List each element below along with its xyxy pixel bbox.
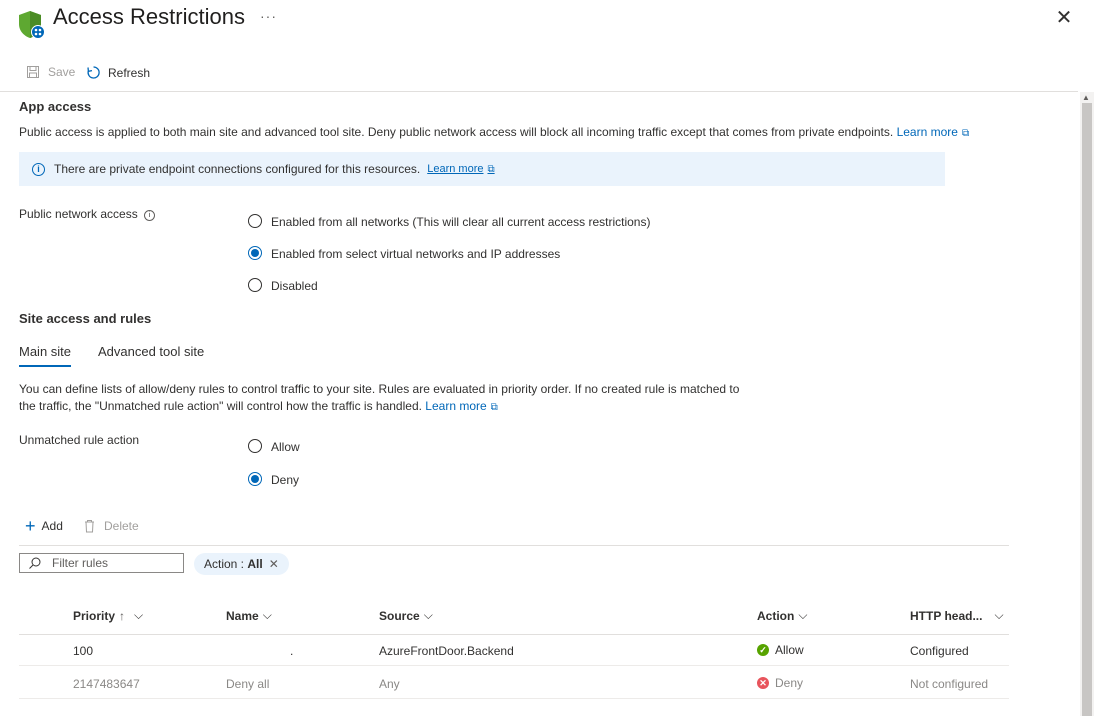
tab-main-site[interactable]: Main site bbox=[19, 344, 72, 367]
app-access-heading: App access bbox=[19, 99, 92, 114]
action-filter-pill[interactable]: Action : All ✕ bbox=[194, 553, 289, 575]
filter-placeholder: Filter rules bbox=[52, 556, 109, 570]
checkmark-icon: ✓ bbox=[757, 644, 769, 656]
row-priority: 100 bbox=[73, 644, 94, 658]
radio-disabled[interactable]: Disabled bbox=[248, 276, 318, 293]
page-title: Access Restrictions bbox=[53, 4, 245, 29]
chevron-down-icon: ⌵ bbox=[134, 608, 144, 622]
radio-button[interactable] bbox=[248, 213, 262, 228]
private-endpoint-info-bar: i There are private endpoint connections… bbox=[19, 152, 945, 186]
radio-enabled-select-networks[interactable]: Enabled from select virtual networks and… bbox=[248, 244, 560, 261]
save-icon bbox=[27, 66, 39, 78]
save-label: Save bbox=[48, 65, 76, 79]
add-rule-button[interactable]: + Add bbox=[25, 516, 63, 536]
row-name: Deny all bbox=[226, 677, 270, 691]
filter-rules-input[interactable]: Filter rules bbox=[19, 553, 184, 573]
radio-enabled-all-networks[interactable]: Enabled from all networks (This will cle… bbox=[248, 212, 650, 229]
refresh-icon bbox=[87, 66, 100, 79]
radio-button-selected[interactable] bbox=[248, 245, 262, 260]
row-divider bbox=[19, 698, 1009, 699]
table-row[interactable] bbox=[19, 635, 1009, 665]
column-header-name[interactable]: Name ⌵ bbox=[226, 608, 272, 623]
chevron-down-icon: ⌵ bbox=[798, 608, 808, 622]
column-header-priority[interactable]: Priority ↑ ⌵ bbox=[73, 608, 143, 623]
app-access-description: Public access is applied to both main si… bbox=[19, 125, 970, 139]
rules-toolbar-divider bbox=[19, 545, 1009, 546]
info-learn-more-link[interactable]: Learn more ⧉ bbox=[427, 163, 494, 175]
column-header-http-headers[interactable]: HTTP head... ⌵ bbox=[910, 608, 1004, 623]
tab-advanced-tool-site[interactable]: Advanced tool site bbox=[98, 344, 204, 365]
row-action: ✕ Deny bbox=[757, 676, 803, 690]
public-network-access-label: Public network access i bbox=[19, 206, 156, 223]
remove-filter-icon[interactable]: ✕ bbox=[269, 557, 279, 571]
radio-button-selected[interactable] bbox=[248, 471, 262, 486]
row-source: AzureFrontDoor.Backend bbox=[379, 644, 514, 658]
delete-rule-button[interactable]: Delete bbox=[83, 519, 139, 533]
row-http-headers: Configured bbox=[910, 644, 969, 658]
info-icon: i bbox=[32, 162, 45, 176]
row-action: ✓ Allow bbox=[757, 643, 804, 657]
chevron-down-icon: ⌵ bbox=[994, 608, 1004, 622]
info-icon: i bbox=[144, 210, 156, 221]
table-row[interactable] bbox=[19, 666, 1009, 698]
trash-icon bbox=[85, 520, 94, 533]
toolbar-divider bbox=[0, 91, 1078, 92]
refresh-label: Refresh bbox=[108, 65, 151, 80]
app-access-learn-more-link[interactable]: Learn more ⧉ bbox=[897, 125, 970, 139]
app-shield-icon bbox=[18, 10, 46, 40]
info-message: There are private endpoint connections c… bbox=[54, 162, 421, 176]
row-source: Any bbox=[379, 677, 400, 691]
column-header-action[interactable]: Action ⌵ bbox=[757, 608, 807, 623]
scroll-up-arrow-icon[interactable]: ▲ bbox=[1082, 93, 1090, 102]
add-icon: + bbox=[25, 516, 36, 536]
unmatched-rule-action-label: Unmatched rule action bbox=[19, 433, 140, 447]
chevron-down-icon: ⌵ bbox=[423, 608, 433, 622]
error-icon: ✕ bbox=[757, 677, 769, 689]
close-icon: ✕ bbox=[1055, 7, 1073, 29]
row-http-headers: Not configured bbox=[910, 677, 989, 691]
chevron-down-icon: ⌵ bbox=[262, 608, 272, 622]
search-icon bbox=[29, 557, 41, 569]
save-button[interactable]: Save bbox=[26, 65, 75, 79]
external-link-icon: ⧉ bbox=[490, 402, 498, 413]
site-access-description: You can define lists of allow/deny rules… bbox=[19, 382, 740, 413]
radio-button[interactable] bbox=[248, 277, 262, 292]
scrollbar-thumb[interactable] bbox=[1082, 103, 1092, 716]
radio-unmatched-deny[interactable]: Deny bbox=[248, 470, 299, 487]
radio-unmatched-allow[interactable]: Allow bbox=[248, 437, 300, 454]
close-button[interactable]: ✕ bbox=[1054, 8, 1074, 28]
row-priority: 2147483647 bbox=[73, 677, 140, 691]
more-options-button[interactable]: ··· bbox=[260, 8, 277, 24]
row-name: . bbox=[290, 644, 294, 658]
site-access-heading: Site access and rules bbox=[19, 311, 152, 326]
external-link-icon: ⧉ bbox=[487, 164, 495, 175]
external-link-icon: ⧉ bbox=[961, 128, 970, 139]
radio-button[interactable] bbox=[248, 438, 262, 453]
site-access-learn-more-link[interactable]: Learn more ⧉ bbox=[425, 399, 498, 413]
refresh-button[interactable]: Refresh bbox=[86, 65, 150, 80]
column-header-source[interactable]: Source ⌵ bbox=[379, 608, 433, 623]
